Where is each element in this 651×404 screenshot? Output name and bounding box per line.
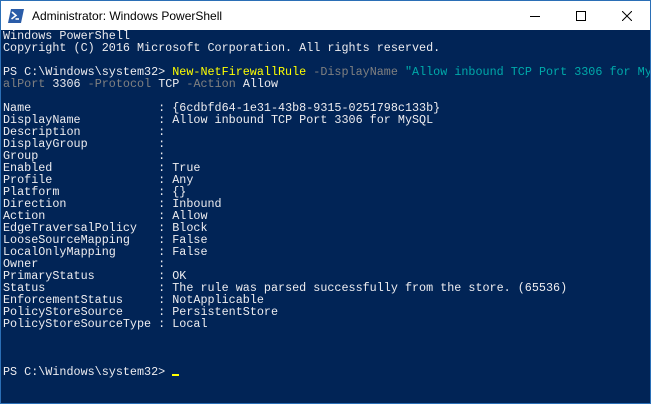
output-value: False [172, 245, 208, 259]
output-value: Local [172, 317, 208, 331]
console-area[interactable]: Windows PowerShell Copyright (C) 2016 Mic… [1, 30, 650, 403]
title-bar[interactable]: Administrator: Windows PowerShell [1, 1, 650, 30]
final-prompt-line[interactable]: PS C:\Windows\system32> [3, 366, 650, 378]
text-cursor [172, 374, 180, 376]
close-button[interactable] [604, 1, 650, 30]
output-key: PolicyStoreSourceType [3, 317, 159, 331]
close-icon [622, 10, 632, 21]
console-text: Windows PowerShell Copyright (C) 2016 Mic… [1, 30, 650, 378]
maximize-icon [576, 10, 586, 21]
powershell-window: Administrator: Windows PowerShell Window… [0, 0, 651, 404]
minimize-button[interactable] [512, 1, 558, 30]
output-value: Allow inbound TCP Port 3306 for MySQL [172, 113, 434, 127]
param-protocol: -Protocol [87, 77, 152, 91]
value-displayname: "Allow inbound TCP Port 3306 for MyS [404, 65, 650, 79]
banner-line: Copyright (C) 2016 Microsoft Corporation… [3, 42, 650, 54]
banner-copyright: Copyright (C) 2016 Microsoft Corporation… [3, 41, 441, 55]
output-row: PolicyStoreSourceType : Local [3, 317, 208, 331]
value-action: Allow [242, 77, 279, 91]
param-action: -Action [186, 77, 236, 91]
command-line-wrap: alPort 3306 -Protocol TCP -Action Allow [3, 78, 650, 90]
window-controls [512, 1, 650, 30]
window-title: Administrator: Windows PowerShell [32, 8, 223, 23]
final-prompt: PS C:\Windows\system32> [3, 365, 173, 379]
value-localport: 3306 [52, 77, 81, 91]
value-protocol: TCP [158, 77, 180, 91]
minimize-icon [530, 15, 540, 17]
powershell-icon [8, 8, 24, 24]
param-displayname: -DisplayName [313, 65, 398, 79]
maximize-button[interactable] [558, 1, 604, 30]
